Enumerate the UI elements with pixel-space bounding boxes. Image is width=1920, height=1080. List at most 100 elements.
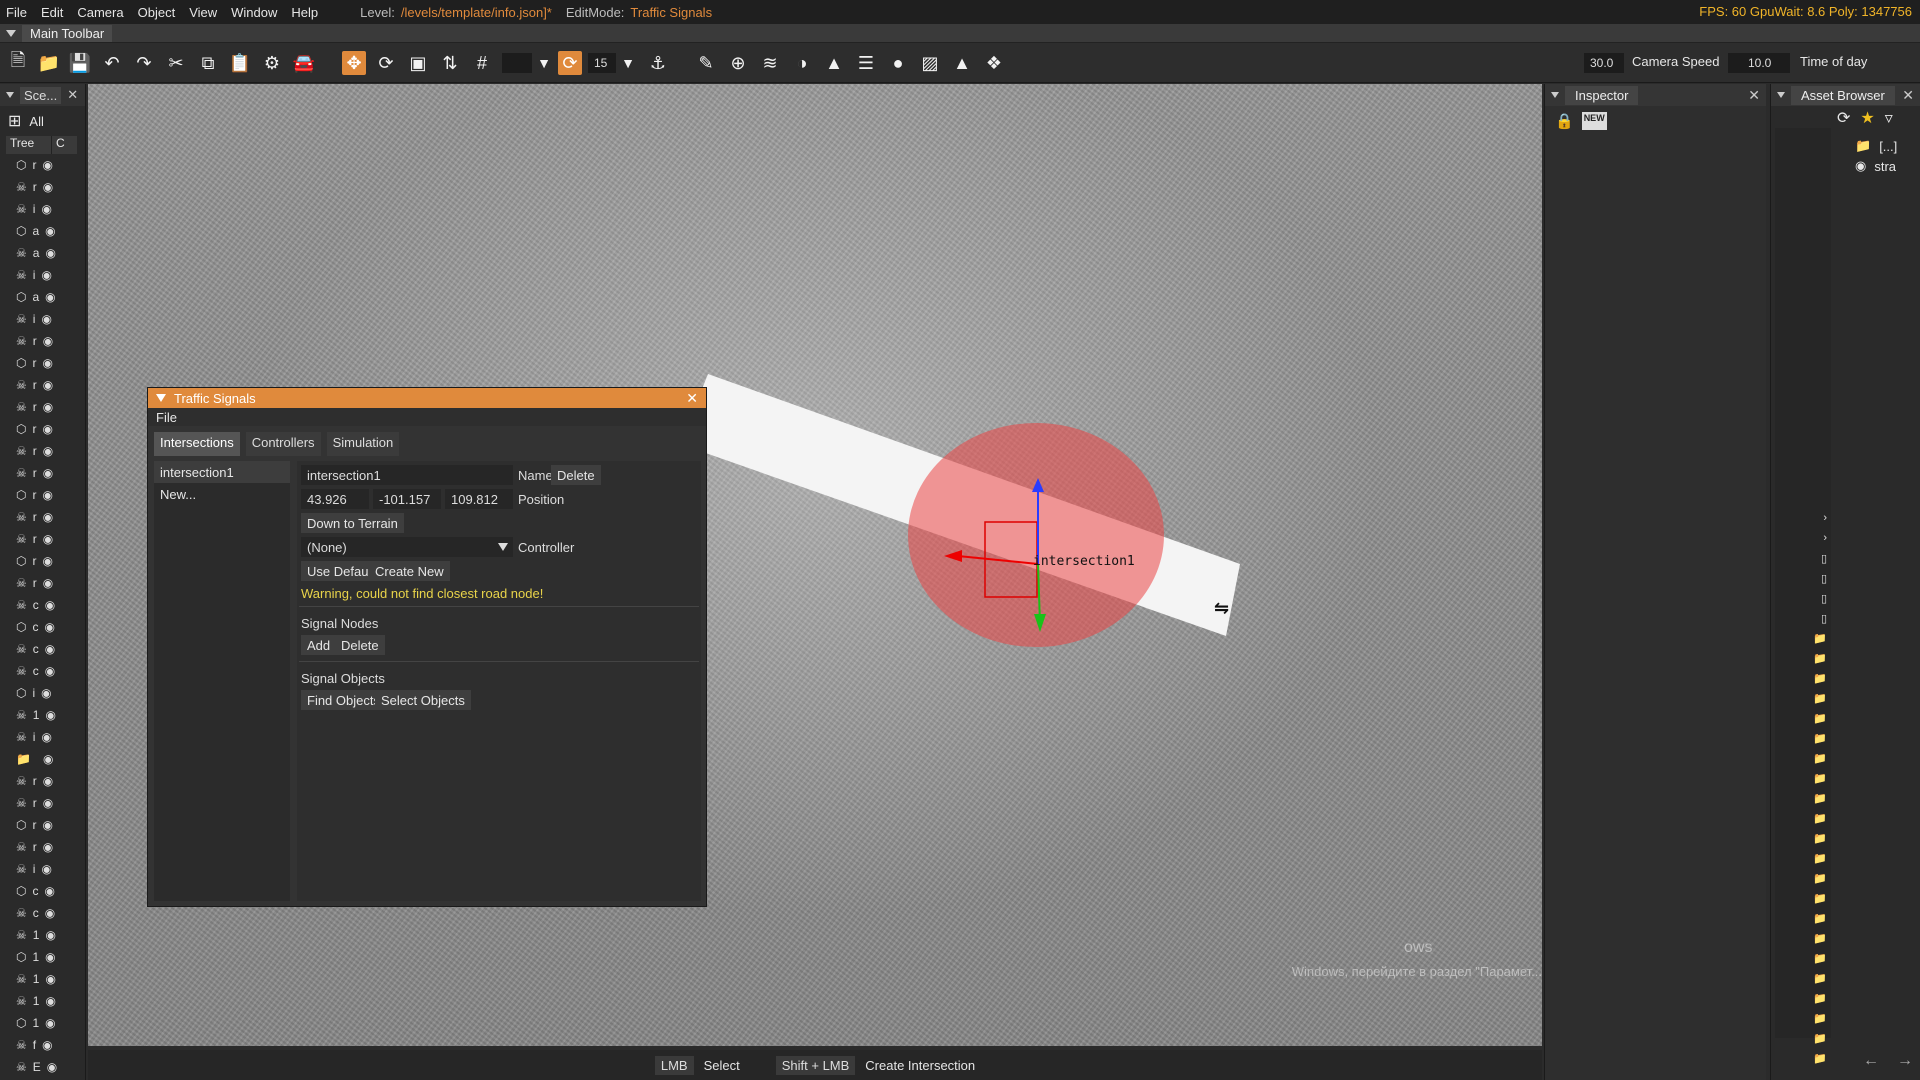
controller-select[interactable]: (None) xyxy=(301,537,513,557)
star-icon[interactable]: ★ xyxy=(1860,108,1874,128)
visibility-icon[interactable]: ◉ xyxy=(44,620,54,634)
asset-folder-tree[interactable]: › › ▯ ▯ ▯ ▯ 📁 📁 📁 📁 📁 📁 📁 📁 📁 📁 📁 📁 📁 📁 📁 📁 📁 📁 📁 📁 📁 📁 xyxy=(1775,128,1831,1065)
snap-height-icon[interactable]: ⇅ xyxy=(438,51,462,75)
folder-icon[interactable]: 📁 xyxy=(1775,668,1831,688)
snap-rotate-icon[interactable]: ⟳ xyxy=(558,51,582,75)
folder-icon[interactable]: 📁 xyxy=(1775,928,1831,948)
delete-intersection-button[interactable]: Delete xyxy=(551,465,601,485)
scene-row[interactable]: ☠ r ◉ xyxy=(0,506,85,528)
forward-arrow-icon[interactable]: → xyxy=(1897,1052,1913,1070)
scene-row[interactable]: ☠ r ◉ xyxy=(0,792,85,814)
position-y-field[interactable]: -101.157 xyxy=(373,489,441,509)
scene-row[interactable]: ⬡ r ◉ xyxy=(0,484,85,506)
mesh-road-icon[interactable]: ▲ xyxy=(950,51,974,75)
visibility-icon[interactable]: ◉ xyxy=(45,708,55,722)
intersection-list-item[interactable]: intersection1 xyxy=(154,461,290,483)
folder-icon[interactable]: 📁 xyxy=(1775,828,1831,848)
scene-row[interactable]: ☠ f ◉ xyxy=(0,1034,85,1056)
visibility-icon[interactable]: ◉ xyxy=(45,224,55,238)
rotate-icon[interactable]: ⟳ xyxy=(374,51,398,75)
traffic-signals-titlebar[interactable]: Traffic Signals ✕ xyxy=(148,388,706,408)
visibility-icon[interactable]: ◉ xyxy=(42,818,52,832)
menu-edit[interactable]: Edit xyxy=(41,5,63,20)
menu-object[interactable]: Object xyxy=(138,5,176,20)
navigation-icon[interactable]: ❖ xyxy=(982,51,1006,75)
move-gizmo-icon[interactable]: ✥ xyxy=(342,51,366,75)
collapse-triangle-icon[interactable] xyxy=(6,29,16,37)
scene-row[interactable]: ☠ r ◉ xyxy=(0,572,85,594)
history-icon[interactable]: ⟳ xyxy=(1837,108,1850,128)
find-objects-button[interactable]: Find Objects xyxy=(301,690,386,710)
new-intersection-item[interactable]: New... xyxy=(154,483,290,505)
vehicle-icon[interactable]: 🚘 xyxy=(292,51,316,75)
menu-camera[interactable]: Camera xyxy=(77,5,123,20)
scene-row[interactable]: ☠ a ◉ xyxy=(0,242,85,264)
visibility-icon[interactable]: ◉ xyxy=(42,1038,52,1052)
scene-row[interactable]: ⬡ c ◉ xyxy=(0,880,85,902)
folder-icon[interactable]: 📁 xyxy=(1775,628,1831,648)
visibility-icon[interactable]: ◉ xyxy=(47,1060,57,1074)
folder-icon[interactable]: 📁 xyxy=(1775,748,1831,768)
scene-row[interactable]: ☠ 1 ◉ xyxy=(0,990,85,1012)
folder-icon[interactable]: 📁 xyxy=(1775,948,1831,968)
visibility-icon[interactable]: ◉ xyxy=(45,246,55,260)
menu-view[interactable]: View xyxy=(189,5,217,20)
down-to-terrain-button[interactable]: Down to Terrain xyxy=(301,513,404,533)
scene-row[interactable]: ⬡ c ◉ xyxy=(0,616,85,638)
gear-icon[interactable]: ⚙ xyxy=(260,51,284,75)
close-icon[interactable]: ✕ xyxy=(686,390,698,407)
scene-row[interactable]: ☠ r ◉ xyxy=(0,374,85,396)
scene-row[interactable]: ☠ r ◉ xyxy=(0,176,85,198)
visibility-icon[interactable]: ◉ xyxy=(43,840,53,854)
visibility-icon[interactable]: ◉ xyxy=(45,928,55,942)
folder-icon[interactable]: 📁 xyxy=(1775,648,1831,668)
folder-icon[interactable]: 📁 xyxy=(1775,768,1831,788)
column-tree[interactable]: Tree xyxy=(6,136,52,154)
visibility-icon[interactable]: ◉ xyxy=(45,994,55,1008)
visibility-icon[interactable]: ◉ xyxy=(42,356,52,370)
add-signal-node-button[interactable]: Add xyxy=(301,635,337,655)
add-object-icon[interactable]: ⊞ xyxy=(8,111,21,131)
visibility-icon[interactable]: ◉ xyxy=(41,730,51,744)
scene-row[interactable]: ☠ r ◉ xyxy=(0,330,85,352)
visibility-icon[interactable]: ◉ xyxy=(43,180,53,194)
tab-intersections[interactable]: Intersections xyxy=(154,432,240,456)
select-objects-button[interactable]: Select Objects xyxy=(375,690,471,710)
add-node-icon[interactable]: ⊕ xyxy=(726,51,750,75)
visibility-icon[interactable]: ◉ xyxy=(43,774,53,788)
scene-row[interactable]: ☠ i ◉ xyxy=(0,726,85,748)
visibility-icon[interactable]: ◉ xyxy=(43,400,53,414)
visibility-icon[interactable]: ◉ xyxy=(43,576,53,590)
visibility-icon[interactable]: ◉ xyxy=(41,202,51,216)
folder-icon[interactable]: 📁 xyxy=(1775,808,1831,828)
close-icon[interactable]: ✕ xyxy=(67,87,78,103)
scene-row[interactable]: ☠ i ◉ xyxy=(0,264,85,286)
chevron-right-icon[interactable]: › xyxy=(1775,508,1831,528)
delete-signal-node-button[interactable]: Delete xyxy=(335,635,385,655)
folder-icon[interactable]: 📁 xyxy=(1775,688,1831,708)
scene-row[interactable]: ⬡ r ◉ xyxy=(0,418,85,440)
visibility-icon[interactable]: ◉ xyxy=(43,532,53,546)
snap-size-field[interactable]: 15 xyxy=(588,53,616,73)
folder-icon[interactable]: 📁 xyxy=(1775,728,1831,748)
visibility-icon[interactable]: ◉ xyxy=(44,884,54,898)
menu-file[interactable]: File xyxy=(6,5,27,20)
collapse-triangle-icon[interactable] xyxy=(6,92,14,98)
scene-row[interactable]: ⬡ r ◉ xyxy=(0,154,85,176)
scene-row[interactable]: ☠ c ◉ xyxy=(0,660,85,682)
file-icon[interactable]: ▯ xyxy=(1775,548,1831,568)
file-icon[interactable]: ▯ xyxy=(1775,568,1831,588)
file-icon[interactable]: ▯ xyxy=(1775,608,1831,628)
open-folder-icon[interactable]: 📁 xyxy=(37,51,61,75)
folder-icon[interactable]: 📁 xyxy=(1775,708,1831,728)
visibility-icon[interactable]: ◉ xyxy=(45,950,55,964)
redo-icon[interactable]: ↷ xyxy=(132,51,156,75)
collapse-triangle-icon[interactable] xyxy=(1551,92,1559,98)
asset-item[interactable]: 📁 [...] xyxy=(1855,136,1919,156)
folder-icon[interactable]: 📁 xyxy=(1775,908,1831,928)
dialog-menu-file[interactable]: File xyxy=(156,410,177,425)
close-icon[interactable]: ✕ xyxy=(1902,87,1914,104)
forest-icon[interactable]: ▲ xyxy=(822,51,846,75)
scale-icon[interactable]: ▣ xyxy=(406,51,430,75)
paste-icon[interactable]: 📋 xyxy=(228,51,252,75)
